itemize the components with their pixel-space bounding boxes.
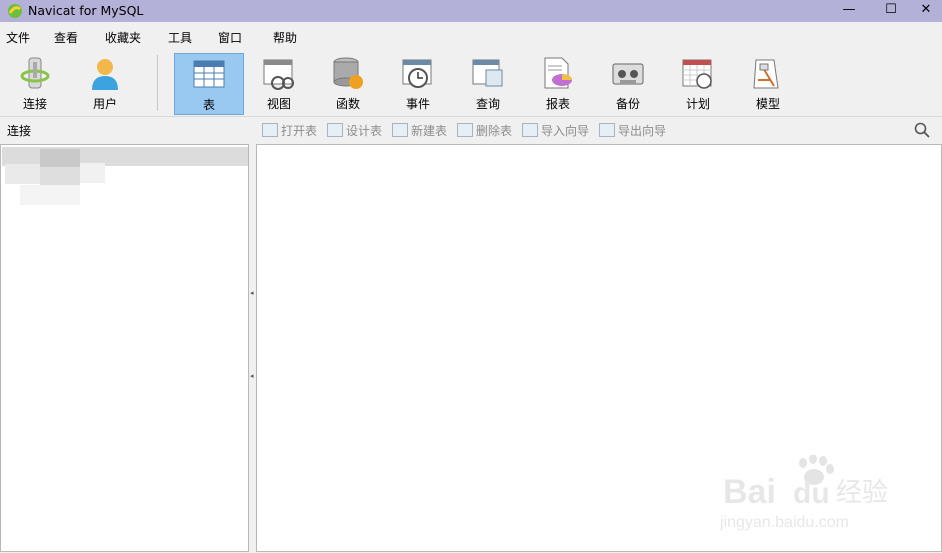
schedule-icon [682,59,712,89]
query-label: 查询 [475,97,500,111]
view-button[interactable]: 视图 [245,53,313,113]
menu-help[interactable]: 帮助 [273,29,297,46]
new-table-icon [392,123,408,137]
event-label: 事件 [405,97,430,111]
menu-bar: 文件 查看 收藏夹 工具 窗口 帮助 [0,22,942,50]
connection-tree[interactable] [0,144,249,552]
collapse-left-grip-icon[interactable]: ◂ [250,287,254,299]
new-table-button[interactable]: 新建表 [392,122,447,139]
maximize-button[interactable]: ☐ [868,0,914,22]
toolbar-separator [157,55,158,111]
menu-file[interactable]: 文件 [6,29,30,46]
watermark-product: 经验 [836,478,888,508]
baidu-jingyan-watermark: Bai du 经验 jingyan.baidu.com [718,454,908,535]
connect-label: 连接 [22,97,47,111]
close-button[interactable]: ✕ [910,0,942,22]
query-button[interactable]: 查询 [454,53,522,113]
import-wizard-button[interactable]: 导入向导 [522,122,589,139]
event-button[interactable]: 事件 [384,53,452,113]
design-table-icon [327,123,343,137]
import-wizard-label: 导入向导 [541,124,590,138]
menu-view[interactable]: 查看 [54,29,78,46]
table-button[interactable]: 表 [174,53,244,115]
minimize-button[interactable]: — [826,0,872,22]
user-label: 用户 [92,97,117,111]
maximize-icon: ☐ [885,2,897,17]
open-table-label: 打开表 [281,124,318,138]
watermark-url: jingyan.baidu.com [719,514,849,531]
export-wizard-icon [599,123,615,137]
watermark-brand: Bai [723,473,776,511]
minimize-icon: — [842,2,856,17]
collapse-left-grip-icon-2[interactable]: ◂ [250,370,254,382]
delete-table-icon [457,123,473,137]
backup-label: 备份 [615,97,640,111]
backup-button[interactable]: 备份 [594,53,662,113]
table-label: 表 [202,98,215,112]
export-wizard-label: 导出向导 [618,124,667,138]
export-wizard-button[interactable]: 导出向导 [599,122,666,139]
connect-icon [20,57,50,89]
schedule-button[interactable]: 计划 [664,53,732,113]
design-table-label: 设计表 [346,124,383,138]
model-label: 模型 [755,97,780,111]
function-icon [333,57,363,89]
search-icon[interactable] [914,122,930,138]
event-icon [402,59,432,88]
menu-window[interactable]: 窗口 [218,29,242,46]
close-icon: ✕ [920,2,932,17]
open-table-button[interactable]: 打开表 [262,122,317,139]
menu-tools[interactable]: 工具 [168,29,192,46]
model-button[interactable]: 模型 [734,53,802,113]
connect-button[interactable]: 连接 [1,53,69,113]
user-icon [92,59,118,90]
watermark-brand2: du [793,477,830,510]
design-table-button[interactable]: 设计表 [327,122,382,139]
new-table-label: 新建表 [411,124,448,138]
title-bar: Navicat for MySQL — ☐ ✕ [0,0,942,22]
report-button[interactable]: 报表 [524,53,592,113]
main-toolbar: 连接 用户 表 视图 函数 事件 查询 报表 备份 计划 模型 [0,50,942,117]
delete-table-button[interactable]: 删除表 [457,122,512,139]
navicat-logo-icon [8,4,22,18]
report-label: 报表 [545,97,570,111]
function-label: 函数 [335,97,360,111]
menu-favorites[interactable]: 收藏夹 [105,29,141,46]
model-icon [753,59,779,89]
function-button[interactable]: 函数 [314,53,382,113]
query-icon [472,59,503,87]
connection-panel-title: 连接 [7,124,32,138]
blurred-connection-item [5,149,105,205]
table-icon [193,60,225,88]
open-table-icon [262,123,278,137]
window-title: Navicat for MySQL [28,3,144,18]
backup-icon [612,63,644,85]
panel-splitter[interactable]: ◂ ◂ [249,144,256,552]
baidu-paw-logo: Bai du 经验 jingyan.baidu.com [719,454,888,531]
view-icon [263,59,294,90]
object-toolbar: 连接 打开表 设计表 新建表 删除表 导入向导 导出向导 [0,117,942,143]
user-button[interactable]: 用户 [71,53,139,113]
report-icon [544,57,572,89]
delete-table-label: 删除表 [476,124,513,138]
view-label: 视图 [266,97,291,111]
schedule-label: 计划 [685,97,710,111]
import-wizard-icon [522,123,538,137]
